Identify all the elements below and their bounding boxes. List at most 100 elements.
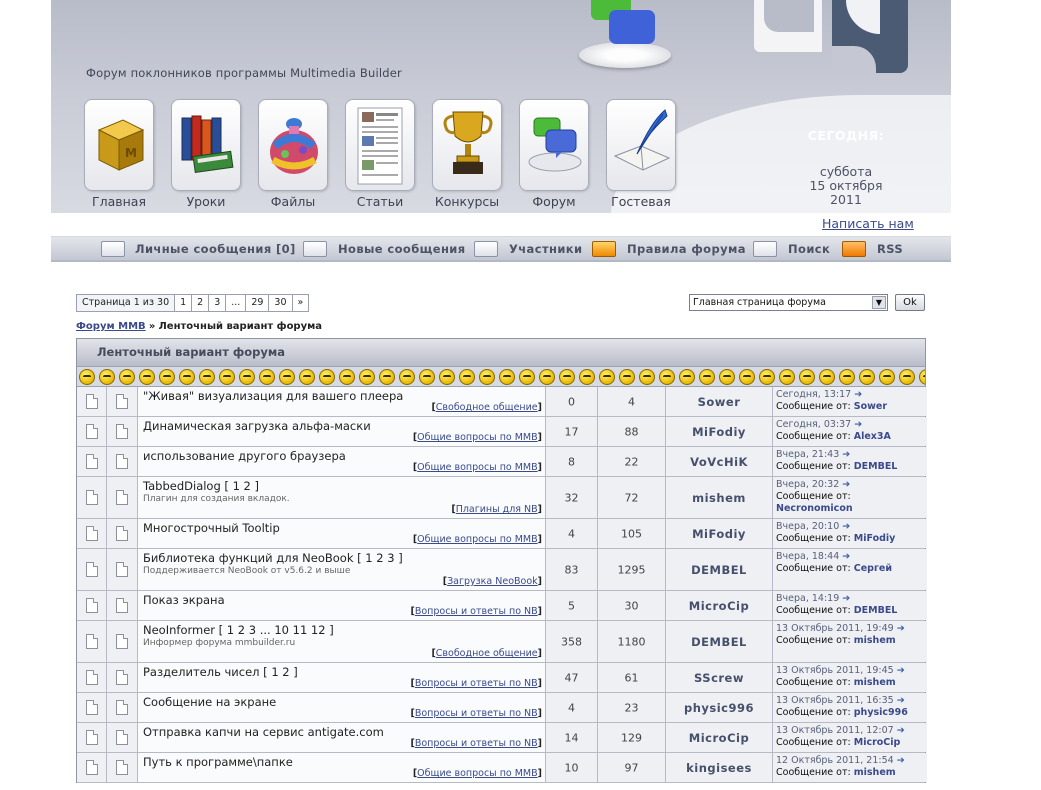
go-to-last-post-icon[interactable]: ➔ (897, 623, 905, 634)
topic-title-link[interactable]: Сообщение на экране (143, 695, 276, 709)
topic-forum-link: [Общие вопросы по MMB] (412, 534, 542, 545)
forum-link[interactable]: Свободное общение (436, 648, 538, 659)
forum-link[interactable]: Плагины для NB (456, 504, 538, 515)
forum-link[interactable]: Общие вопросы по MMB (417, 534, 538, 545)
forum-link[interactable]: Вопросы и ответы по NB (415, 708, 538, 719)
nav-label: Главная (92, 194, 146, 209)
topic-author-link[interactable]: MiFodiy (666, 425, 772, 439)
go-to-last-post-icon[interactable]: ➔ (897, 665, 905, 676)
menu-forum-rules[interactable]: Правила форума (627, 242, 746, 256)
topic-title-link[interactable]: Путь к программе\папке (143, 755, 293, 769)
forum-link[interactable]: Общие вопросы по MMB (417, 768, 538, 779)
views-cell: 129 (598, 723, 666, 752)
next-page-link[interactable]: » (293, 295, 309, 311)
smiley-icon (299, 369, 315, 385)
go-to-last-post-icon[interactable]: ➔ (842, 521, 850, 532)
topic-type-cell (107, 693, 138, 722)
topic-author-link[interactable]: Sower (666, 395, 772, 409)
topic-author-link[interactable]: MiFodiy (666, 527, 772, 541)
go-to-last-post-icon[interactable]: ➔ (842, 449, 850, 460)
topic-author-link[interactable]: DEMBEL (666, 635, 772, 649)
topic-author-link[interactable]: kingisees (666, 761, 772, 775)
topic-title-link[interactable]: Отправка капчи на сервис antigate.com (143, 725, 384, 739)
topic-author-link[interactable]: mishem (666, 491, 772, 505)
topic-title-link[interactable]: Разделитель чисел [ 1 2 ] (143, 665, 298, 679)
go-to-last-post-icon[interactable]: ➔ (842, 551, 850, 562)
last-post-author-link[interactable]: mishem (854, 677, 896, 688)
last-post-cell: 12 Октябрь 2011, 21:54 ➔ Сообщение от: mi… (773, 753, 927, 782)
go-to-last-post-icon[interactable]: ➔ (842, 593, 850, 604)
topic-author-link[interactable]: DEMBEL (666, 563, 772, 577)
topic-title-link[interactable]: "Живая" визуализация для вашего плеера (143, 389, 403, 403)
topic-title-link[interactable]: TabbedDialog [ 1 2 ] (143, 479, 259, 493)
topic-title-link[interactable]: Показ экрана (143, 593, 225, 607)
topic-author-link[interactable]: physic996 (666, 701, 772, 715)
topic-author-link[interactable]: MicroCip (666, 599, 772, 613)
forum-link[interactable]: Общие вопросы по MMB (417, 462, 538, 473)
last-post-time: 13 Октябрь 2011, 16:35 (776, 695, 894, 706)
nav-articles[interactable]: Статьи (345, 99, 415, 209)
go-to-last-post-icon[interactable]: ➔ (854, 389, 862, 400)
go-to-last-post-icon[interactable]: ➔ (897, 755, 905, 766)
topic-row: Динамическая загрузка альфа-маски [Общие … (77, 417, 927, 447)
views-cell: 1295 (598, 549, 666, 590)
go-to-last-post-icon[interactable]: ➔ (897, 725, 905, 736)
forum-link[interactable]: Общие вопросы по MMB (417, 432, 538, 443)
go-to-last-post-icon[interactable]: ➔ (842, 479, 850, 490)
last-post-author-link[interactable]: MicroCip (854, 737, 901, 748)
menu-search[interactable]: Поиск (788, 242, 830, 256)
nav-home[interactable]: M Главная (84, 99, 154, 209)
smiley-icon (899, 369, 915, 385)
page-link[interactable]: 3 (209, 295, 227, 311)
topic-title-link[interactable]: использование другого браузера (143, 449, 346, 463)
last-post-author-link[interactable]: MiFodiy (854, 533, 896, 544)
forum-jump-select[interactable]: Главная страница форума ▼ (689, 294, 888, 311)
page-link[interactable]: 2 (192, 295, 210, 311)
write-us-link[interactable]: Написать нам (822, 216, 914, 231)
menu-private-messages[interactable]: Личные сообщения [0] (135, 242, 296, 256)
nav-files[interactable]: Файлы (258, 99, 328, 209)
topic-title-link[interactable]: Библиотека функций для NeoBook [ 1 2 3 ] (143, 551, 403, 565)
page-link[interactable]: 29 (246, 295, 270, 311)
forum-link[interactable]: Загрузка NeoBook (447, 576, 538, 587)
last-post-author-link[interactable]: mishem (854, 635, 896, 646)
last-post-author-link[interactable]: mishem (854, 767, 896, 778)
last-post-cell: Вчера, 14:19 ➔ Сообщение от: DEMBEL (773, 591, 927, 620)
last-post-author-link[interactable]: physic996 (854, 707, 908, 718)
last-post-by-label: Сообщение от: (776, 737, 851, 748)
smiley-icon (479, 369, 495, 385)
go-to-last-post-icon[interactable]: ➔ (854, 419, 862, 430)
nav-guestbook[interactable]: Гостевая (606, 99, 676, 209)
menu-new-posts[interactable]: Новые сообщения (338, 242, 466, 256)
topic-author-link[interactable]: MicroCip (666, 731, 772, 745)
breadcrumb-home-link[interactable]: Форум MMB (76, 321, 146, 332)
site-logo[interactable] (754, 0, 914, 76)
page-link[interactable]: 1 (175, 295, 193, 311)
topic-author-link[interactable]: VoVcHiK (666, 455, 772, 469)
topic-author-link[interactable]: SScrew (666, 671, 772, 685)
jump-ok-button[interactable]: Ok (895, 294, 925, 311)
go-to-last-post-icon[interactable]: ➔ (897, 695, 905, 706)
last-post-author-link[interactable]: DEMBEL (854, 461, 898, 472)
topic-title-link[interactable]: Многострочный Tooltip (143, 521, 280, 535)
nav-contests[interactable]: Конкурсы (432, 99, 502, 209)
last-post-author-link[interactable]: Sower (854, 401, 887, 412)
replies-cell: 17 (546, 417, 598, 446)
topic-title-link[interactable]: Динамическая загрузка альфа-маски (143, 419, 371, 433)
nav-lessons[interactable]: Уроки (171, 99, 241, 209)
menu-members[interactable]: Участники (509, 242, 582, 256)
last-post-author-link[interactable]: DEMBEL (854, 605, 898, 616)
forum-link[interactable]: Вопросы и ответы по NB (415, 738, 538, 749)
topic-type-cell (107, 387, 138, 416)
menu-rss[interactable]: RSS (877, 242, 903, 256)
forum-link[interactable]: Вопросы и ответы по NB (415, 606, 538, 617)
topic-title-link[interactable]: NeoInformer [ 1 2 3 ... 10 11 12 ] (143, 623, 334, 637)
forum-link[interactable]: Вопросы и ответы по NB (415, 678, 538, 689)
last-post-author-link[interactable]: Сергей (854, 563, 892, 574)
chevron-down-icon[interactable]: ▼ (872, 296, 886, 309)
page-link[interactable]: 30 (269, 295, 293, 311)
forum-link[interactable]: Свободное общение (436, 402, 538, 413)
nav-forum[interactable]: Форум (519, 99, 589, 209)
last-post-author-link[interactable]: Alex3A (854, 431, 891, 442)
last-post-author-link[interactable]: Necronomicon (776, 503, 853, 514)
